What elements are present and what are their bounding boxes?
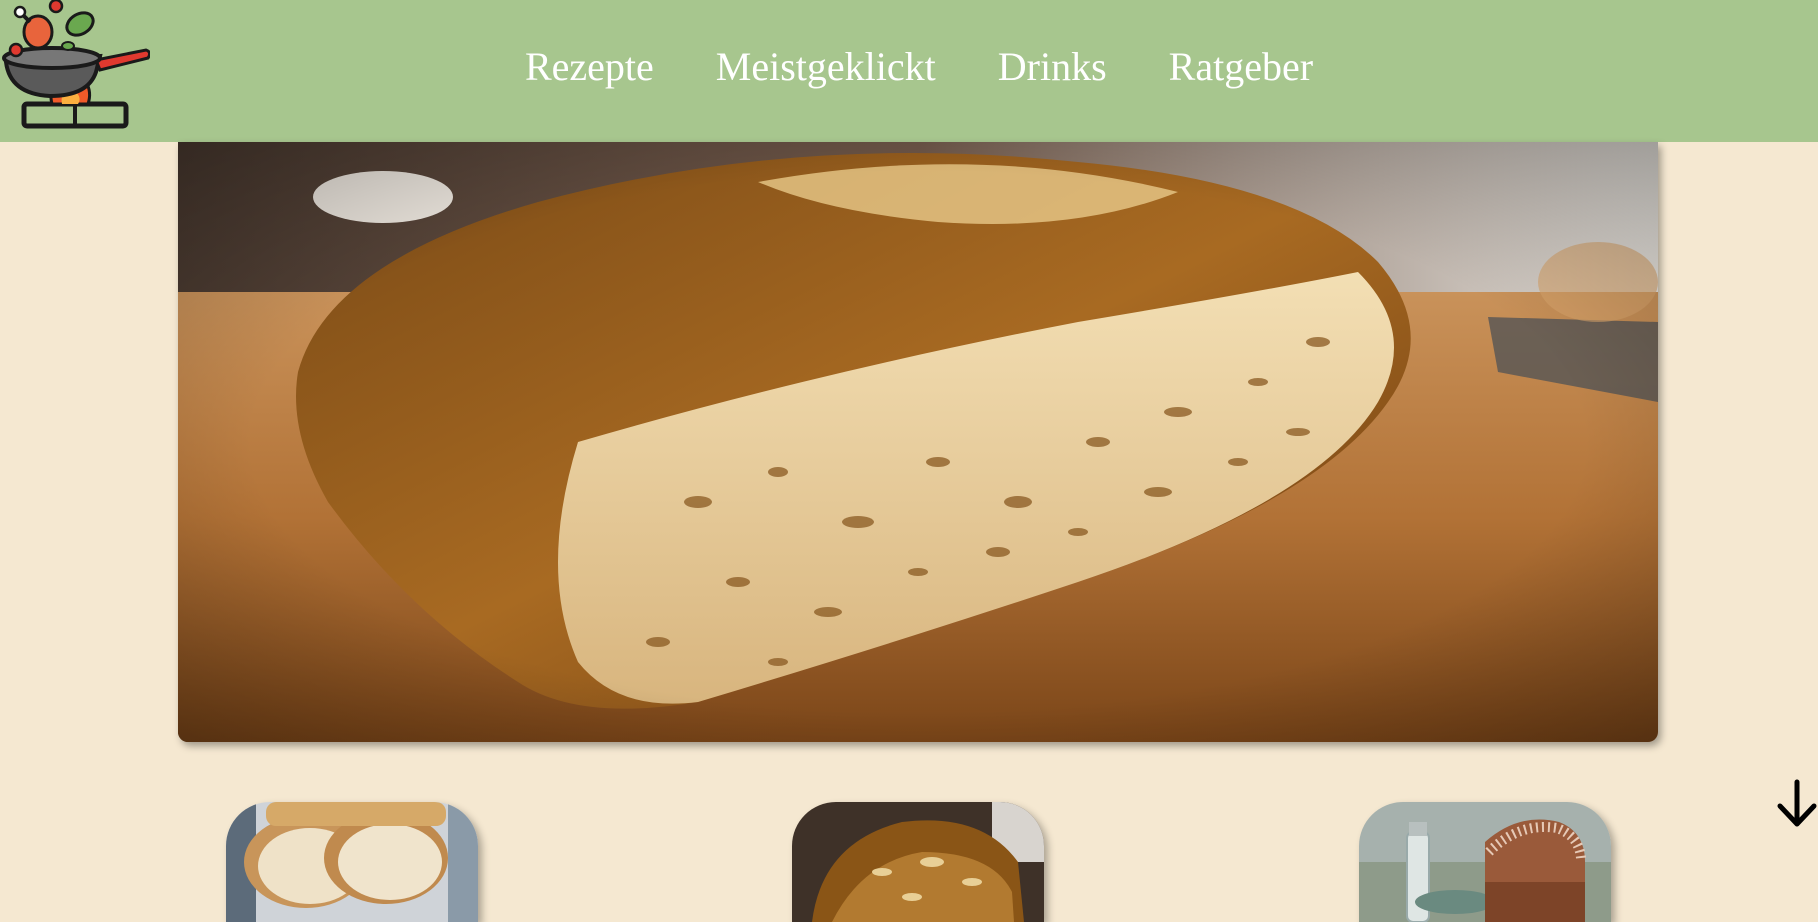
main-nav: Rezepte Meistgeklickt Drinks Ratgeber: [0, 36, 1818, 98]
hero-bread-image: [178, 142, 1658, 742]
recipe-card-2-crusty-bread[interactable]: [792, 802, 1044, 922]
arrow-down-icon[interactable]: [1776, 778, 1818, 830]
nav-item-rezepte[interactable]: Rezepte: [525, 36, 654, 98]
nav-item-ratgeber[interactable]: Ratgeber: [1169, 36, 1313, 98]
nav-item-meistgeklickt[interactable]: Meistgeklickt: [716, 36, 936, 98]
recipe-card-1-sliced-bread[interactable]: [226, 802, 478, 922]
site-header: Rezepte Meistgeklickt Drinks Ratgeber: [0, 0, 1818, 142]
recipe-card-3-wholegrain-bread[interactable]: [1359, 802, 1611, 922]
nav-item-drinks[interactable]: Drinks: [998, 36, 1107, 98]
